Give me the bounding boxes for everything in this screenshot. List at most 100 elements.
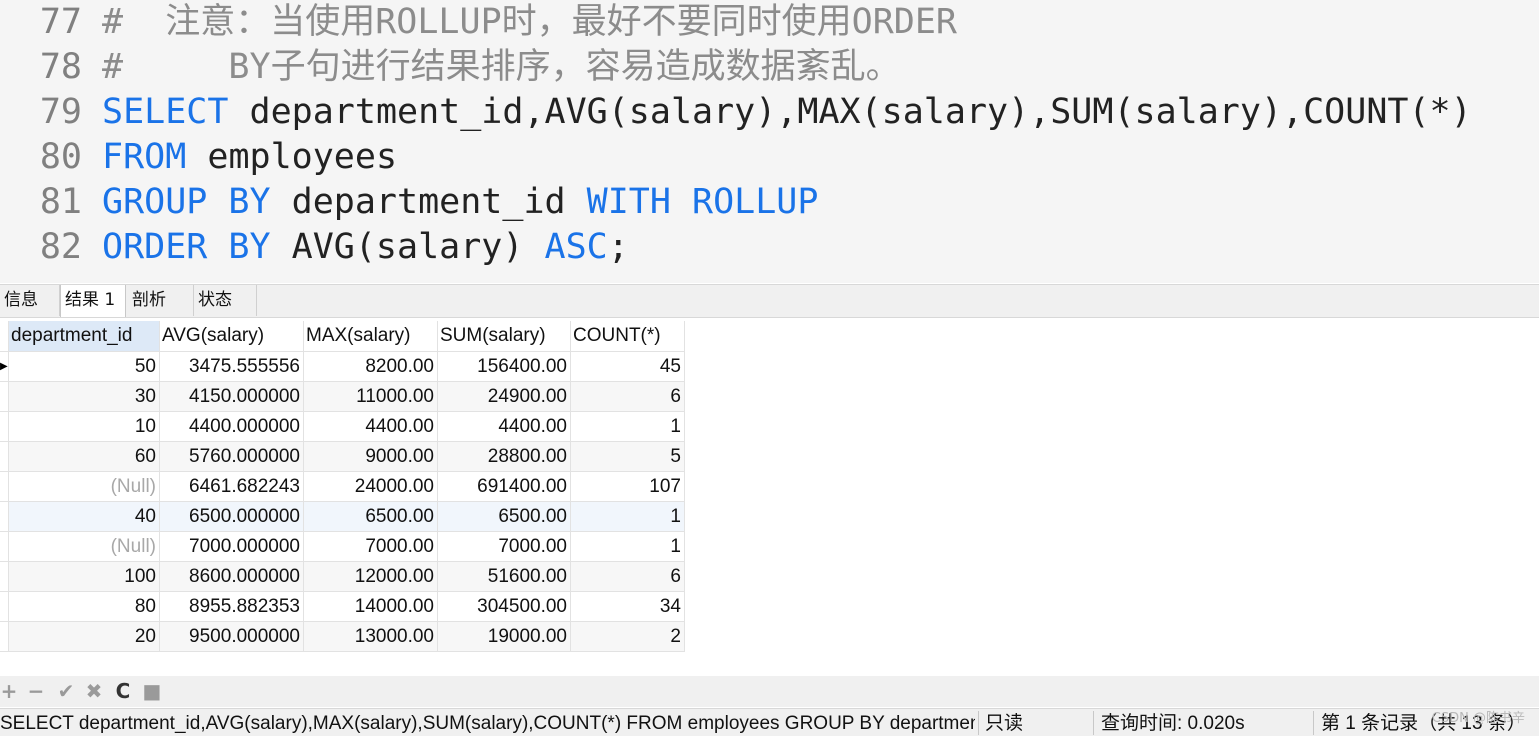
table-cell[interactable]: 80 (8, 591, 160, 622)
row-indicator[interactable] (0, 381, 9, 412)
table-cell[interactable]: 30 (8, 381, 160, 412)
table-cell[interactable]: 34 (570, 591, 685, 622)
column-header-department-id[interactable]: department_id (8, 321, 160, 352)
table-row[interactable]: 100 8600.000000 12000.00 51600.00 6 (0, 561, 685, 592)
table-cell[interactable]: 1 (570, 531, 685, 562)
table-cell[interactable]: 1 (570, 501, 685, 532)
table-cell[interactable]: 5760.000000 (159, 441, 304, 472)
table-cell[interactable]: 6461.682243 (159, 471, 304, 502)
code-text: SELECT department_id,AVG(salary),MAX(sal… (102, 90, 1472, 135)
column-header-count[interactable]: COUNT(*) (570, 321, 685, 352)
table-cell[interactable]: 691400.00 (437, 471, 571, 502)
table-cell[interactable]: 9500.000000 (159, 621, 304, 652)
table-cell[interactable]: 5 (570, 441, 685, 472)
row-indicator[interactable] (0, 501, 9, 532)
header-row: department_id AVG(salary) MAX(salary) SU… (0, 321, 685, 352)
table-cell[interactable]: 156400.00 (437, 351, 571, 382)
code-line[interactable]: 81 GROUP BY department_id WITH ROLLUP (0, 180, 1539, 225)
table-row[interactable]: ▶ 50 3475.555556 8200.00 156400.00 45 (0, 351, 685, 382)
table-cell[interactable]: 107 (570, 471, 685, 502)
table-cell[interactable]: 24900.00 (437, 381, 571, 412)
table-cell[interactable]: 60 (8, 441, 160, 472)
tab-result-1[interactable]: 结果 1 (60, 285, 126, 317)
status-divider (1313, 711, 1314, 735)
table-cell[interactable]: 304500.00 (437, 591, 571, 622)
table-cell[interactable]: 8600.000000 (159, 561, 304, 592)
table-row[interactable]: 60 5760.000000 9000.00 28800.00 5 (0, 441, 685, 472)
result-table: department_id AVG(salary) MAX(salary) SU… (0, 321, 685, 652)
table-cell[interactable]: 4400.000000 (159, 411, 304, 442)
table-row[interactable]: (Null) 6461.682243 24000.00 691400.00 107 (0, 471, 685, 502)
row-indicator[interactable] (0, 621, 9, 652)
stop-icon[interactable]: ■ (141, 680, 163, 702)
tab-info[interactable]: 信息 (0, 285, 60, 316)
table-row[interactable]: 80 8955.882353 14000.00 304500.00 34 (0, 591, 685, 622)
table-cell[interactable]: 51600.00 (437, 561, 571, 592)
table-cell[interactable]: 24000.00 (303, 471, 438, 502)
table-cell[interactable]: 6500.00 (437, 501, 571, 532)
table-cell[interactable]: 20 (8, 621, 160, 652)
table-row[interactable]: 40 6500.000000 6500.00 6500.00 1 (0, 501, 685, 532)
table-cell[interactable]: 40 (8, 501, 160, 532)
table-row[interactable]: (Null) 7000.000000 7000.00 7000.00 1 (0, 531, 685, 562)
row-indicator[interactable]: ▶ (0, 351, 9, 382)
table-cell[interactable]: (Null) (8, 471, 160, 502)
delete-record-icon[interactable]: − (25, 680, 47, 702)
sql-editor[interactable]: 77 # 注意：当使用ROLLUP时，最好不要同时使用ORDER 78 # BY子句进… (0, 0, 1539, 283)
table-cell[interactable]: 50 (8, 351, 160, 382)
code-line[interactable]: 78 # BY子句进行结果排序，容易造成数据紊乱。 (0, 45, 1539, 90)
table-cell[interactable]: 8200.00 (303, 351, 438, 382)
table-cell[interactable]: 10 (8, 411, 160, 442)
code-line[interactable]: 82 ORDER BY AVG(salary) ASC; (0, 225, 1539, 270)
table-cell[interactable]: 9000.00 (303, 441, 438, 472)
table-row[interactable]: 30 4150.000000 11000.00 24900.00 6 (0, 381, 685, 412)
table-cell[interactable]: 7000.00 (437, 531, 571, 562)
table-cell[interactable]: 100 (8, 561, 160, 592)
code-line[interactable]: 77 # 注意：当使用ROLLUP时，最好不要同时使用ORDER (0, 0, 1539, 45)
table-cell[interactable]: 3475.555556 (159, 351, 304, 382)
refresh-icon[interactable]: C (112, 680, 134, 702)
apply-changes-icon[interactable]: ✔ (55, 680, 77, 702)
table-cell[interactable]: 4400.00 (437, 411, 571, 442)
table-cell[interactable]: (Null) (8, 531, 160, 562)
code-text: FROM employees (102, 135, 397, 180)
table-cell[interactable]: 45 (570, 351, 685, 382)
line-number: 77 (39, 2, 82, 42)
line-number: 78 (39, 47, 82, 87)
table-row[interactable]: 10 4400.000000 4400.00 4400.00 1 (0, 411, 685, 442)
table-cell[interactable]: 7000.00 (303, 531, 438, 562)
column-header-sum-salary[interactable]: SUM(salary) (437, 321, 571, 352)
tab-status[interactable]: 状态 (194, 285, 257, 316)
table-row[interactable]: 20 9500.000000 13000.00 19000.00 2 (0, 621, 685, 652)
table-cell[interactable]: 6 (570, 381, 685, 412)
table-cell[interactable]: 8955.882353 (159, 591, 304, 622)
table-cell[interactable]: 6500.00 (303, 501, 438, 532)
table-cell[interactable]: 4150.000000 (159, 381, 304, 412)
table-cell[interactable]: 11000.00 (303, 381, 438, 412)
tab-profile[interactable]: 剖析 (128, 285, 194, 316)
code-line[interactable]: 79 SELECT department_id,AVG(salary),MAX(s… (0, 90, 1539, 135)
code-line[interactable]: 80 FROM employees (0, 135, 1539, 180)
column-header-max-salary[interactable]: MAX(salary) (303, 321, 438, 352)
row-indicator[interactable] (0, 561, 9, 592)
table-cell[interactable]: 12000.00 (303, 561, 438, 592)
add-record-icon[interactable]: + (0, 680, 20, 702)
table-cell[interactable]: 19000.00 (437, 621, 571, 652)
sql-text: AVG(salary) (270, 227, 545, 267)
row-indicator[interactable] (0, 591, 9, 622)
row-indicator[interactable] (0, 441, 9, 472)
row-indicator[interactable] (0, 411, 9, 442)
table-cell[interactable]: 2 (570, 621, 685, 652)
table-cell[interactable]: 4400.00 (303, 411, 438, 442)
table-cell[interactable]: 14000.00 (303, 591, 438, 622)
table-cell[interactable]: 6 (570, 561, 685, 592)
discard-changes-icon[interactable]: ✖ (83, 680, 105, 702)
table-cell[interactable]: 6500.000000 (159, 501, 304, 532)
table-cell[interactable]: 13000.00 (303, 621, 438, 652)
column-header-avg-salary[interactable]: AVG(salary) (159, 321, 304, 352)
table-cell[interactable]: 1 (570, 411, 685, 442)
row-indicator[interactable] (0, 471, 9, 502)
row-indicator[interactable] (0, 531, 9, 562)
table-cell[interactable]: 7000.000000 (159, 531, 304, 562)
table-cell[interactable]: 28800.00 (437, 441, 571, 472)
